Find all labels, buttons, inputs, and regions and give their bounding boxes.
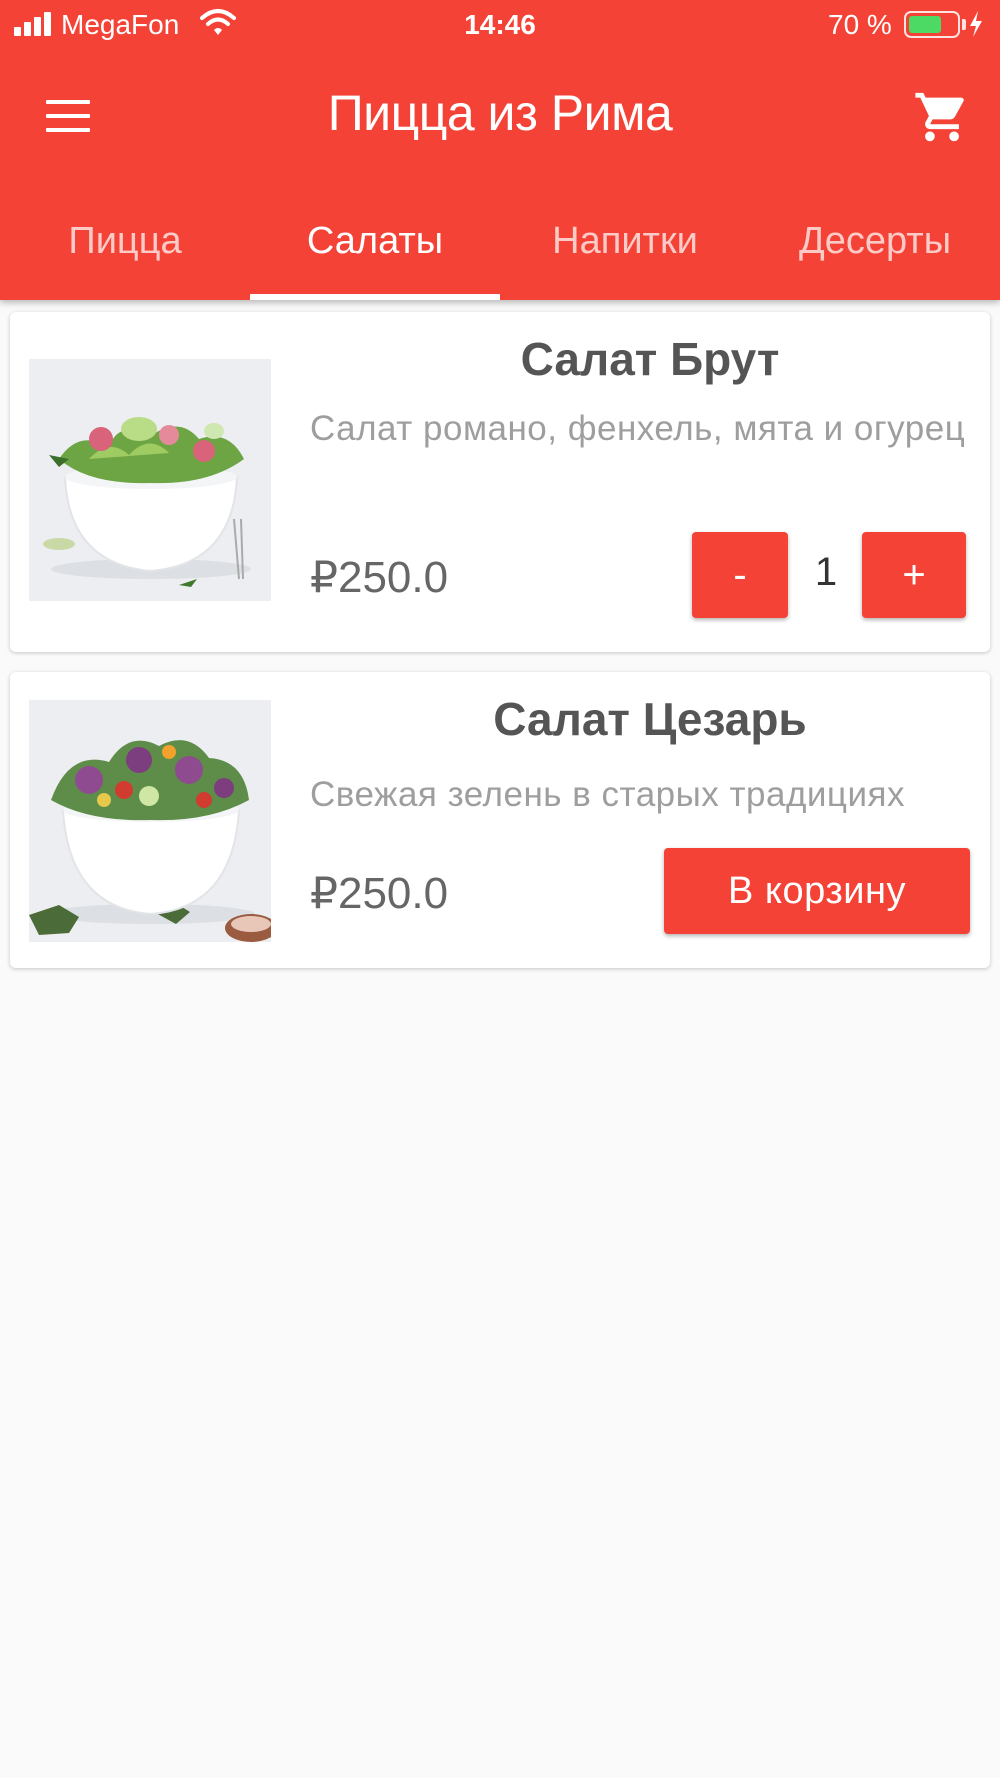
tab-pizza[interactable]: Пицца — [0, 200, 250, 300]
product-image — [29, 700, 271, 942]
battery-tip — [962, 19, 966, 30]
product-name: Салат Цезарь — [493, 693, 807, 745]
product-card: Салат Брут Салат романо, фенхель, мята и… — [10, 312, 990, 652]
increase-quantity-button[interactable]: + — [862, 532, 966, 618]
product-description: Салат романо, фенхель, мята и огурец — [310, 409, 966, 448]
cart-icon[interactable] — [912, 88, 972, 146]
decrease-quantity-button[interactable]: - — [692, 532, 788, 618]
status-bar: MegaFon 14:46 70 % — [0, 0, 1000, 50]
app-bar: MegaFon 14:46 70 % Пицца из Рима Пицца С… — [0, 0, 1000, 300]
app-title: Пицца из Рима — [327, 85, 673, 141]
product-price: ₽250.0 — [310, 869, 449, 918]
battery-level — [909, 16, 942, 33]
battery-percent: 70 % — [828, 9, 892, 40]
quantity-value: 1 — [814, 550, 838, 594]
charging-icon — [970, 11, 982, 37]
product-price: ₽250.0 — [310, 553, 449, 602]
tab-salads[interactable]: Салаты — [250, 200, 500, 300]
battery-icon — [904, 11, 960, 38]
product-card: Салат Цезарь Свежая зелень в старых трад… — [10, 672, 990, 968]
add-to-cart-button[interactable]: В корзину — [664, 848, 970, 934]
active-tab-indicator — [250, 294, 500, 300]
tab-drinks[interactable]: Напитки — [500, 200, 750, 300]
category-tabs: Пицца Салаты Напитки Десерты — [0, 200, 1000, 300]
product-name: Салат Брут — [520, 333, 780, 385]
product-description: Свежая зелень в старых традициях — [310, 775, 905, 814]
tab-desserts[interactable]: Десерты — [750, 200, 1000, 300]
product-image — [29, 359, 271, 601]
